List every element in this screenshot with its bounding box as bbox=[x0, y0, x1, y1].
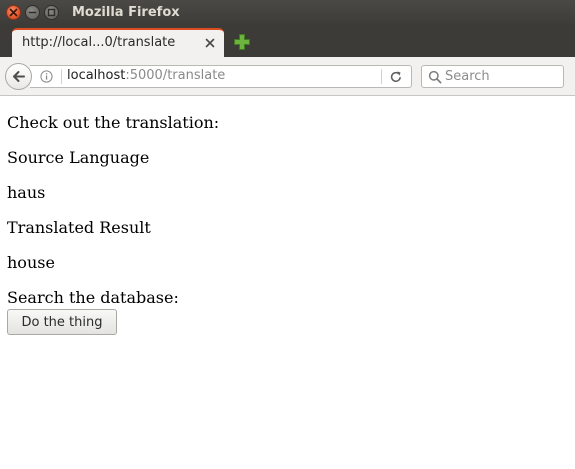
back-button[interactable] bbox=[5, 63, 32, 90]
info-icon[interactable] bbox=[40, 70, 53, 83]
tab-strip: http://local...0/translate bbox=[0, 26, 575, 57]
tab-close-icon[interactable] bbox=[204, 37, 216, 49]
minimize-icon bbox=[28, 11, 37, 14]
intro-text: Check out the translation: bbox=[7, 113, 220, 132]
url-separator bbox=[61, 69, 62, 84]
translated-result-label: Translated Result bbox=[7, 218, 151, 237]
url-path: :5000/translate bbox=[125, 68, 226, 83]
window-close-button[interactable] bbox=[6, 5, 21, 20]
page-content: Check out the translation: Source Langua… bbox=[0, 97, 575, 469]
translated-result-value: house bbox=[7, 253, 55, 272]
back-arrow-icon bbox=[13, 71, 25, 82]
tab-translate[interactable]: http://local...0/translate bbox=[12, 28, 224, 57]
reload-separator bbox=[381, 69, 382, 84]
url-text[interactable]: localhost:5000/translate bbox=[67, 68, 225, 83]
search-icon bbox=[428, 70, 442, 84]
reload-icon[interactable] bbox=[389, 70, 403, 84]
window-maximize-button[interactable] bbox=[44, 5, 59, 20]
navigation-bar: localhost:5000/translate bbox=[0, 57, 575, 96]
search-database-label: Search the database: bbox=[7, 288, 179, 307]
new-tab-icon[interactable] bbox=[233, 33, 251, 51]
search-input[interactable] bbox=[445, 66, 561, 87]
url-host: localhost bbox=[67, 68, 126, 83]
search-bar[interactable] bbox=[421, 65, 564, 88]
close-icon bbox=[9, 8, 18, 17]
tab-title: http://local...0/translate bbox=[22, 35, 176, 50]
source-language-label: Source Language bbox=[7, 148, 150, 167]
url-bar[interactable]: localhost:5000/translate bbox=[30, 65, 412, 88]
window-minimize-button[interactable] bbox=[25, 5, 40, 20]
source-text-value: haus bbox=[7, 183, 46, 202]
maximize-icon bbox=[47, 8, 56, 17]
window-titlebar: Mozilla Firefox bbox=[0, 0, 575, 26]
window-title: Mozilla Firefox bbox=[72, 5, 180, 20]
do-the-thing-button[interactable]: Do the thing bbox=[7, 309, 117, 335]
